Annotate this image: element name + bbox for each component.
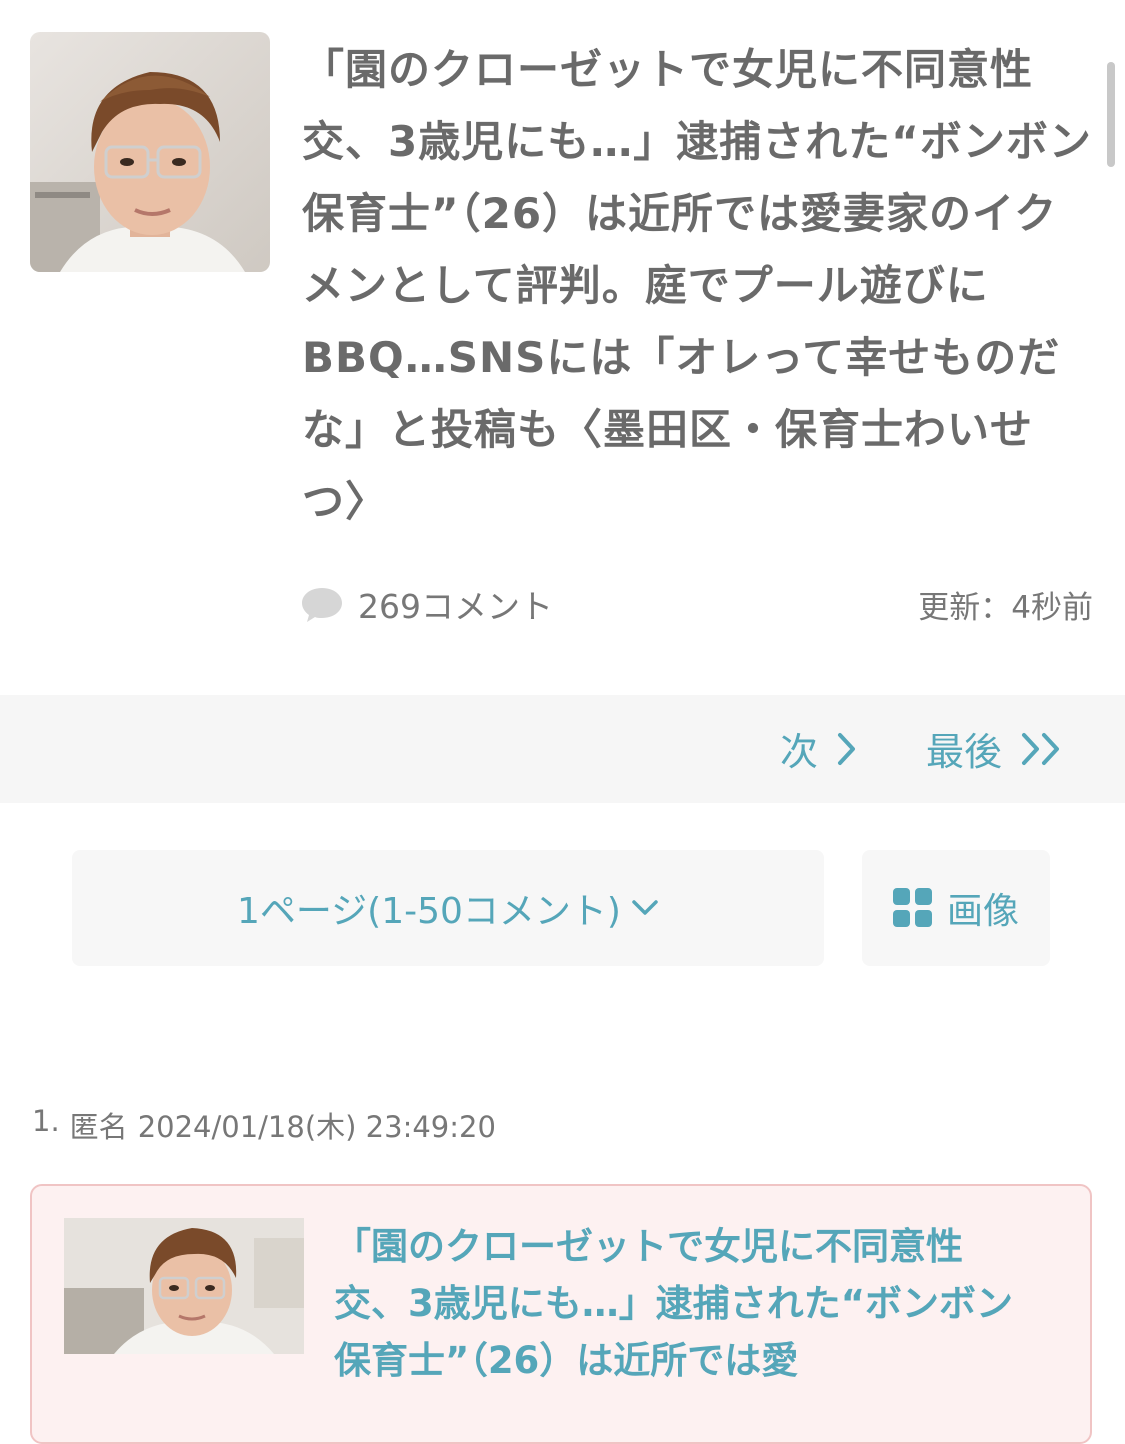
person-photo-icon [30,32,270,272]
chevron-down-icon [632,900,658,915]
image-button-label: 画像 [946,891,1019,932]
double-chevron-right-icon [1022,732,1060,765]
page-select-dropdown[interactable]: 1ページ(1-50コメント) [72,850,824,966]
page-select-label: 1ページ(1-50コメント) [237,891,621,932]
scrollbar[interactable] [1107,62,1115,167]
embedded-article-title[interactable]: 「園のクローゼットで女児に不同意性交、3歳児にも…」逮捕された“ボンボン保育士”… [334,1218,1034,1389]
chevron-right-icon [838,732,856,765]
speech-bubble-icon [302,588,342,622]
embedded-article-thumbnail[interactable] [64,1218,304,1354]
comment-count-label: 269コメント [358,587,553,626]
comment-datetime: 2024/01/18(木) 23:49:20 [137,1110,496,1144]
image-button[interactable]: 画像 [862,850,1050,966]
next-page-label: 次 [780,730,819,774]
next-page-link[interactable]: 次 [780,721,858,776]
article-thumbnail[interactable] [30,32,270,272]
last-page-link[interactable]: 最後 [926,721,1066,776]
grid-icon [892,888,932,927]
embedded-article-card[interactable]: 「園のクローゼットで女児に不同意性交、3歳児にも…」逮捕された“ボンボン保育士”… [30,1184,1092,1444]
comment-number[interactable]: 1. [32,1104,60,1146]
article-header: 「園のクローゼットで女児に不同意性交、3歳児にも…」逮捕された“ボンボン保育士”… [0,0,1125,695]
comment-count[interactable]: 269コメント [300,580,553,628]
updated-time: 更新：4秒前 [918,590,1093,626]
comment-header: 1. 匿名 2024/01/18(木) 23:49:20 [32,1104,496,1146]
last-page-label: 最後 [926,730,1003,774]
comment-author: 匿名 [69,1110,128,1144]
person-photo-icon [64,1218,304,1354]
article-title[interactable]: 「園のクローゼットで女児に不同意性交、3歳児にも…」逮捕された“ボンボン保育士”… [302,34,1092,538]
pager: 次 最後 [0,695,1125,803]
